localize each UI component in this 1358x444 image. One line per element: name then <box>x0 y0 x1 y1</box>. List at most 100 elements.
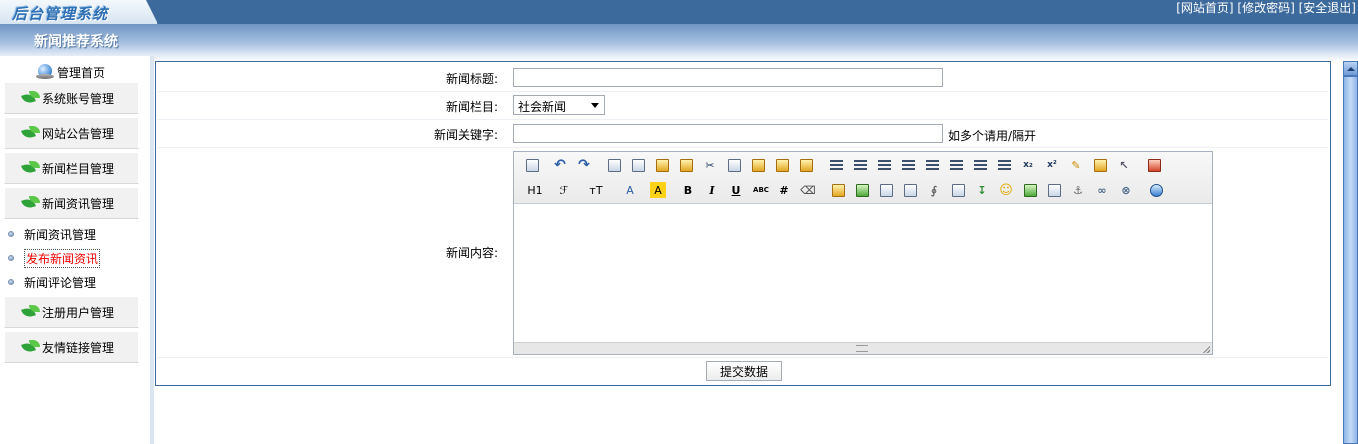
logout-link[interactable]: [安全退出] <box>1299 1 1356 15</box>
scroll-up-icon[interactable] <box>1343 61 1358 76</box>
top-bar: 后台管理系统 [网站首页] [修改密码] [安全退出] <box>0 0 1358 24</box>
strikethrough-icon[interactable]: ABC <box>752 182 770 198</box>
sidebar-sub-label: 新闻评论管理 <box>24 275 97 290</box>
chevron-down-icon <box>591 103 599 108</box>
heading-icon[interactable]: H1 <box>522 182 548 198</box>
subscript-icon[interactable]: x₂ <box>1020 157 1036 173</box>
align-center-icon[interactable] <box>852 157 868 173</box>
paste-text-icon[interactable] <box>774 157 790 173</box>
align-left-icon[interactable] <box>828 157 844 173</box>
fullscreen-icon[interactable] <box>1146 157 1162 173</box>
video-icon[interactable] <box>902 182 918 198</box>
category-select[interactable]: 社会新闻 <box>513 95 605 115</box>
attachment-icon[interactable]: ∮ <box>926 182 942 198</box>
title-band: 新闻推荐系统 <box>0 24 1358 56</box>
link-icon[interactable]: ∞ <box>1094 182 1110 198</box>
site-home-link[interactable]: [网站首页] <box>1176 1 1233 15</box>
leaf-icon <box>21 196 41 210</box>
sidebar-sub-news-manage[interactable]: 新闻资讯管理 <box>8 225 96 243</box>
bullet-icon <box>8 279 14 285</box>
editor-statusbar <box>514 342 1212 354</box>
leaf-icon <box>21 126 41 140</box>
resize-grip-icon[interactable] <box>856 345 868 352</box>
logo: 后台管理系统 <box>0 0 158 24</box>
font-family-icon[interactable]: ℱ <box>554 182 574 198</box>
sidebar-group-links[interactable]: 友情链接管理 <box>4 331 139 363</box>
code-icon[interactable] <box>678 157 694 173</box>
editor-content-area[interactable] <box>514 204 1212 342</box>
redo-icon[interactable]: ↷ <box>576 157 592 173</box>
sidebar-group-label: 新闻资讯管理 <box>42 196 115 211</box>
title-label: 新闻标题: <box>445 72 498 86</box>
eraser-icon[interactable]: ⌫ <box>800 182 816 198</box>
source-icon[interactable] <box>524 157 540 173</box>
leaf-icon <box>21 305 41 319</box>
sidebar-group-label: 友情链接管理 <box>42 340 115 355</box>
cut-icon[interactable]: ✂ <box>702 157 718 173</box>
preview-icon[interactable] <box>606 157 622 173</box>
sidebar-sub-label: 发布新闻资讯 <box>24 248 101 268</box>
print-icon[interactable] <box>630 157 646 173</box>
indent-icon[interactable] <box>972 157 988 173</box>
ordered-list-icon[interactable] <box>924 157 940 173</box>
title-input[interactable] <box>513 68 943 87</box>
underline-icon[interactable]: U <box>728 182 744 198</box>
help-icon[interactable] <box>1148 182 1164 198</box>
sidebar-group-news[interactable]: 新闻资讯管理 <box>4 187 139 219</box>
horizontal-line-icon[interactable]: ↧ <box>974 182 990 198</box>
form-row-content: 新闻内容: ↶ ↷ ✂ x₂ x² ✎ ↖ H1 ℱ тT A A B I U … <box>158 148 1328 358</box>
image-icon[interactable] <box>1022 182 1038 198</box>
submit-button[interactable]: 提交数据 <box>706 361 782 381</box>
clear-format-icon[interactable]: ✎ <box>1068 157 1084 173</box>
align-right-icon[interactable] <box>876 157 892 173</box>
leaf-icon <box>21 91 41 105</box>
sidebar-group-notices[interactable]: 网站公告管理 <box>4 117 139 149</box>
undo-icon[interactable]: ↶ <box>552 157 568 173</box>
emoticon-icon[interactable]: ☺ <box>998 182 1014 198</box>
table-grid-icon[interactable]: # <box>776 182 792 198</box>
italic-icon[interactable]: I <box>704 182 720 198</box>
sidebar-group-users[interactable]: 注册用户管理 <box>4 296 139 328</box>
page-break-icon[interactable] <box>1046 182 1062 198</box>
flash-icon[interactable] <box>878 182 894 198</box>
paste-word-icon[interactable] <box>798 157 814 173</box>
unlink-icon[interactable]: ⊗ <box>1118 182 1134 198</box>
bold-icon[interactable]: B <box>680 182 696 198</box>
top-links: [网站首页] [修改密码] [安全退出] <box>1176 1 1356 15</box>
keyword-hint: 如多个请用/隔开 <box>948 129 1037 143</box>
scroll-thumb[interactable] <box>1343 76 1358 444</box>
template-icon[interactable] <box>654 157 670 173</box>
insert-table-icon[interactable] <box>950 182 966 198</box>
change-password-link[interactable]: [修改密码] <box>1237 1 1294 15</box>
multi-image-icon[interactable] <box>854 182 870 198</box>
sidebar-group-label: 网站公告管理 <box>42 126 115 141</box>
sidebar-group-categories[interactable]: 新闻栏目管理 <box>4 152 139 184</box>
sidebar-home[interactable]: 管理首页 <box>36 62 105 82</box>
copy-icon[interactable] <box>726 157 742 173</box>
paste-icon[interactable] <box>750 157 766 173</box>
superscript-icon[interactable]: x² <box>1044 157 1060 173</box>
insert-image-icon[interactable] <box>830 182 846 198</box>
resize-corner-icon[interactable] <box>1202 345 1210 353</box>
sidebar-group-accounts[interactable]: 系统账号管理 <box>4 82 139 114</box>
sidebar-sub-label: 新闻资讯管理 <box>24 227 97 242</box>
page-scrollbar[interactable] <box>1343 61 1358 444</box>
logo-text: 后台管理系统 <box>12 5 109 23</box>
sidebar-sub-comments[interactable]: 新闻评论管理 <box>8 273 96 291</box>
form-row-keyword: 新闻关键字: 如多个请用/隔开 <box>158 120 1328 148</box>
cursor-icon[interactable]: ↖ <box>1116 157 1132 173</box>
sidebar-sub-publish-news[interactable]: 发布新闻资讯 <box>8 248 101 268</box>
anchor-icon[interactable]: ⚓ <box>1070 182 1086 198</box>
sidebar-group-label: 新闻栏目管理 <box>42 161 115 176</box>
font-size-icon[interactable]: тT <box>584 182 608 198</box>
keyword-input[interactable] <box>513 124 943 143</box>
font-color-icon[interactable]: A <box>622 182 638 198</box>
bullet-icon <box>8 231 14 237</box>
align-justify-icon[interactable] <box>900 157 916 173</box>
highlight-color-icon[interactable]: A <box>650 182 666 198</box>
bullet-icon <box>8 255 14 261</box>
select-all-icon[interactable] <box>1092 157 1108 173</box>
unordered-list-icon[interactable] <box>948 157 964 173</box>
outdent-icon[interactable] <box>996 157 1012 173</box>
category-label: 新闻栏目: <box>445 100 498 114</box>
